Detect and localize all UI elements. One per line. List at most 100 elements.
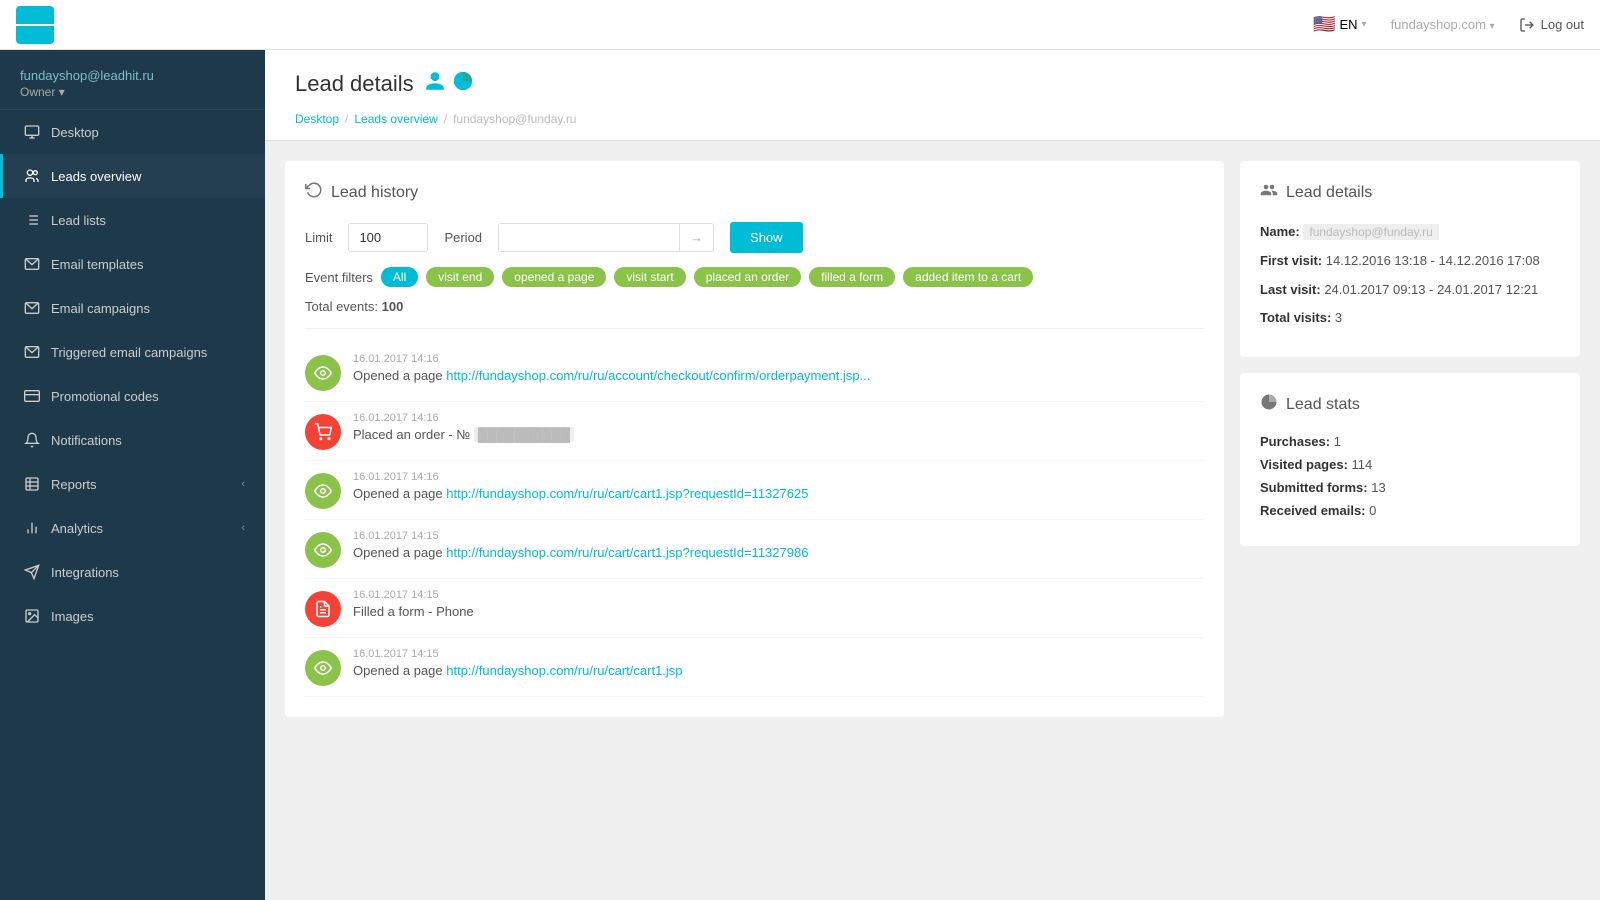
sidebar-role[interactable]: Owner ▾ [20, 85, 245, 99]
filter-tag-added-cart[interactable]: added item to a cart [903, 267, 1033, 287]
triggered-icon [23, 343, 41, 361]
sidebar-item-email-templates[interactable]: Email templates [0, 242, 265, 286]
lead-info-card: Lead details Name: fundayshop@funday.ru … [1240, 161, 1580, 357]
event-icon-eye [305, 473, 341, 509]
filter-tag-all[interactable]: All [381, 267, 418, 287]
breadcrumb: Desktop / Leads overview / fundayshop@fu… [295, 112, 1570, 140]
sidebar-item-integrations[interactable]: Integrations [0, 550, 265, 594]
event-desc: Opened a page http://fundayshop.com/ru/r… [353, 545, 1204, 560]
logout-button[interactable]: Log out [1519, 17, 1584, 33]
event-desc: Filled a form - Phone [353, 604, 1204, 619]
visited-pages-row: Visited pages: 114 [1260, 457, 1560, 472]
integrations-icon [23, 563, 41, 581]
sidebar-item-images[interactable]: Images [0, 594, 265, 638]
filter-tag-filled-form[interactable]: filled a form [809, 267, 895, 287]
sidebar-item-leads-overview[interactable]: Leads overview [0, 154, 265, 198]
lead-details-icon [1260, 181, 1278, 204]
campaigns-icon [23, 299, 41, 317]
event-content: 16.01.2017 14:15 Opened a page http://fu… [353, 648, 1204, 678]
topbar: 🇺🇸 EN ▾ fundayshop.com ▾ Log out [0, 0, 1600, 50]
purchases-row: Purchases: 1 [1260, 434, 1560, 449]
pie-chart-icon [1260, 393, 1278, 416]
lead-details-title: Lead details [1260, 181, 1560, 204]
sidebar-item-label: Analytics [51, 521, 231, 536]
sidebar-item-notifications[interactable]: Notifications [0, 418, 265, 462]
promo-icon [23, 387, 41, 405]
filter-tag-opened-page[interactable]: opened a page [502, 267, 606, 287]
sidebar: fundayshop@leadhit.ru Owner ▾ Desktop Le… [0, 50, 265, 900]
event-desc: Opened a page http://fundayshop.com/ru/r… [353, 368, 1204, 383]
event-link[interactable]: http://fundayshop.com/ru/ru/cart/cart1.j… [446, 663, 682, 678]
event-list[interactable]: 16.01.2017 14:16 Opened a page http://fu… [305, 343, 1204, 697]
breadcrumb-separator: / [444, 112, 447, 126]
breadcrumb-home[interactable]: Desktop [295, 112, 339, 126]
lead-history-panel: Lead history Limit Period → Show Event f… [285, 161, 1224, 717]
lead-last-visit-row: Last visit: 24.01.2017 09:13 - 24.01.201… [1260, 280, 1560, 301]
filter-tag-placed-order[interactable]: placed an order [694, 267, 801, 287]
period-group: → [498, 223, 714, 252]
images-icon [23, 607, 41, 625]
username-chevron-icon: ▾ [1490, 21, 1495, 32]
flag-chevron-icon: ▾ [1362, 19, 1367, 30]
event-time: 16.01.2017 14:15 [353, 589, 1204, 601]
desktop-icon [23, 123, 41, 141]
filter-row: Limit Period → Show [305, 222, 1204, 253]
sidebar-item-label: Integrations [51, 565, 245, 580]
event-desc: Placed an order - № ██████████ [353, 427, 1204, 442]
event-item: 16.01.2017 14:16 Opened a page http://fu… [305, 343, 1204, 402]
sidebar-item-promotional-codes[interactable]: Promotional codes [0, 374, 265, 418]
event-icon-eye [305, 355, 341, 391]
lead-name-value: fundayshop@funday.ru [1303, 224, 1438, 240]
chevron-right-icon: ‹ [241, 478, 245, 490]
filter-tag-visit-start[interactable]: visit start [614, 267, 685, 287]
bell-icon [23, 431, 41, 449]
period-input[interactable] [499, 224, 679, 251]
limit-label: Limit [305, 230, 332, 245]
sidebar-item-reports[interactable]: Reports ‹ [0, 462, 265, 506]
sidebar-item-desktop[interactable]: Desktop [0, 110, 265, 154]
language-label: EN [1339, 17, 1357, 32]
event-item: 16.01.2017 14:15 Opened a page http://fu… [305, 520, 1204, 579]
email-icon [23, 255, 41, 273]
event-desc: Opened a page http://fundayshop.com/ru/r… [353, 663, 1204, 678]
show-button[interactable]: Show [730, 222, 803, 253]
event-icon-eye [305, 650, 341, 686]
event-time: 16.01.2017 14:15 [353, 648, 1204, 660]
flag-icon: 🇺🇸 [1313, 14, 1335, 35]
sidebar-item-lead-lists[interactable]: Lead lists [0, 198, 265, 242]
sidebar-item-label: Email campaigns [51, 301, 245, 316]
sidebar-item-label: Email templates [51, 257, 245, 272]
period-arrow-icon: → [679, 224, 713, 251]
event-time: 16.01.2017 14:15 [353, 530, 1204, 542]
period-label: Period [444, 230, 482, 245]
page-title-icons [424, 70, 474, 98]
limit-input[interactable] [348, 223, 428, 252]
event-icon-form [305, 591, 341, 627]
sidebar-header: fundayshop@leadhit.ru Owner ▾ [0, 50, 265, 110]
sidebar-item-label: Reports [51, 477, 231, 492]
event-item: 16.01.2017 14:16 Opened a page http://fu… [305, 461, 1204, 520]
divider [305, 328, 1204, 329]
event-time: 16.01.2017 14:16 [353, 353, 1204, 365]
sidebar-item-label: Promotional codes [51, 389, 245, 404]
event-link[interactable]: http://fundayshop.com/ru/ru/account/chec… [446, 368, 870, 383]
event-link[interactable]: http://fundayshop.com/ru/ru/cart/cart1.j… [446, 486, 808, 501]
sidebar-item-email-campaigns[interactable]: Email campaigns [0, 286, 265, 330]
event-icon-order [305, 414, 341, 450]
lead-name-row: Name: fundayshop@funday.ru [1260, 222, 1560, 243]
menu-button[interactable] [16, 6, 54, 44]
sidebar-item-triggered-email[interactable]: Triggered email campaigns [0, 330, 265, 374]
sidebar-username: fundayshop@leadhit.ru [20, 68, 245, 83]
topbar-username[interactable]: fundayshop.com ▾ [1391, 17, 1495, 32]
event-content: 16.01.2017 14:15 Opened a page http://fu… [353, 530, 1204, 560]
chevron-right-icon: ‹ [241, 522, 245, 534]
sidebar-item-label: Leads overview [51, 169, 245, 184]
filter-tag-visit-end[interactable]: visit end [426, 267, 494, 287]
lead-stats-card: Lead stats Purchases: 1 Visited pages: 1… [1240, 373, 1580, 546]
breadcrumb-section[interactable]: Leads overview [354, 112, 437, 126]
event-icon-eye [305, 532, 341, 568]
language-selector[interactable]: 🇺🇸 EN ▾ [1313, 14, 1367, 35]
reports-icon [23, 475, 41, 493]
event-link[interactable]: http://fundayshop.com/ru/ru/cart/cart1.j… [446, 545, 808, 560]
sidebar-item-analytics[interactable]: Analytics ‹ [0, 506, 265, 550]
